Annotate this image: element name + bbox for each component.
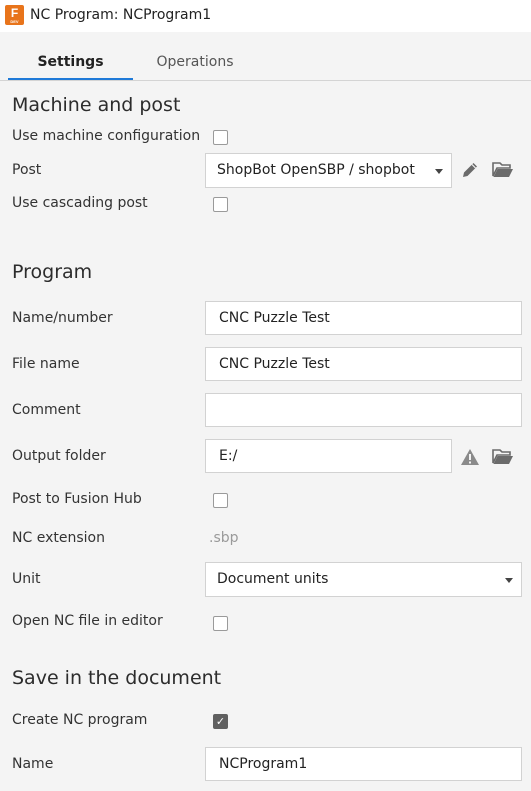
tab-divider [0,80,531,81]
fusion-app-icon: F DEV [5,5,24,25]
comment-input[interactable] [205,393,522,427]
unit-label: Unit [12,571,41,587]
create-nc-program-checkbox[interactable]: ✓ [213,714,228,729]
folder-open-icon [492,449,513,464]
post-to-fusion-hub-label: Post to Fusion Hub [12,491,142,507]
edit-post-button[interactable] [460,160,480,180]
open-nc-in-editor-checkbox[interactable] [213,616,228,631]
chevron-down-icon [435,168,443,174]
use-cascading-post-label: Use cascading post [12,195,148,211]
output-folder-label: Output folder [12,448,106,464]
post-label: Post [12,162,42,178]
file-name-label: File name [12,356,80,372]
save-name-label: Name [12,756,54,772]
save-name-input[interactable]: NCProgram1 [205,747,522,781]
unit-select-value: Document units [217,571,329,587]
pencil-icon [463,163,477,177]
unit-select[interactable]: Document units [205,562,522,597]
browse-post-button[interactable] [492,161,514,179]
open-nc-in-editor-label: Open NC file in editor [12,613,163,629]
window-title: NC Program: NCProgram1 [30,7,212,23]
app-icon-letter: F [10,6,19,20]
use-cascading-post-checkbox[interactable] [213,197,228,212]
tab-settings[interactable]: Settings [8,52,133,80]
chevron-down-icon [505,577,513,583]
browse-output-folder-button[interactable] [492,448,514,466]
post-select[interactable]: ShopBot OpenSBP / shopbot [205,153,452,188]
nc-extension-value: .sbp [209,530,239,546]
name-number-label: Name/number [12,310,113,326]
app-icon-sub: DEV [10,19,19,24]
use-machine-config-checkbox[interactable] [213,130,228,145]
create-nc-program-label: Create NC program [12,712,148,728]
comment-label: Comment [12,402,81,418]
warning-icon [460,448,480,466]
checkmark-icon: ✓ [215,715,226,728]
name-number-input[interactable]: CNC Puzzle Test [205,301,522,335]
section-save-in-document: Save in the document [12,667,222,689]
tab-operations[interactable]: Operations [135,52,255,80]
post-to-fusion-hub-checkbox[interactable] [213,493,228,508]
folder-open-icon [492,162,513,177]
file-name-input[interactable]: CNC Puzzle Test [205,347,522,381]
use-machine-config-label: Use machine configuration [12,128,201,144]
section-machine-and-post: Machine and post [12,94,181,116]
post-select-value: ShopBot OpenSBP / shopbot [217,162,415,178]
output-folder-input[interactable]: E:/ [205,439,452,473]
nc-extension-label: NC extension [12,530,105,546]
title-bar: F DEV NC Program: NCProgram1 [0,0,531,32]
section-program: Program [12,261,93,283]
